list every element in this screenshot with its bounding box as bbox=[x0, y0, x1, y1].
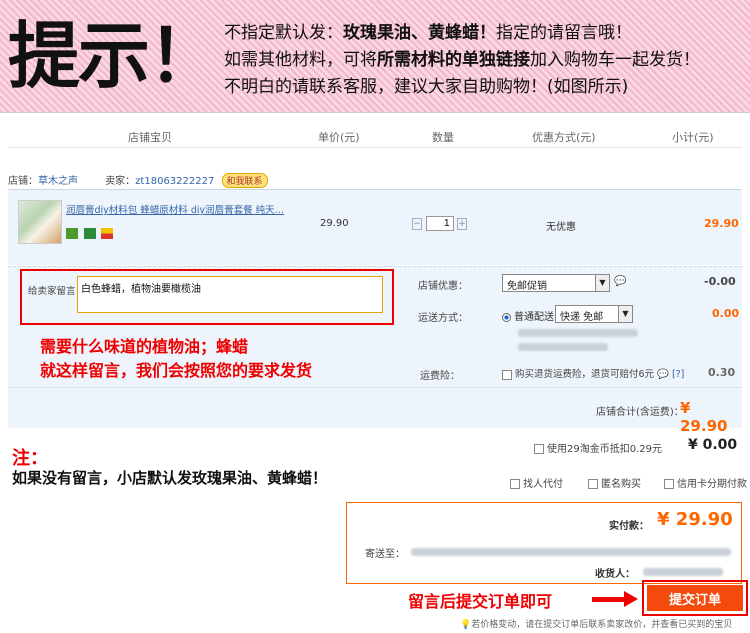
ship-radio[interactable]: 普通配送 bbox=[502, 308, 554, 323]
shop-promo-label: 店铺优惠： bbox=[418, 281, 468, 292]
shop-name-link[interactable]: 草木之声 bbox=[38, 176, 78, 187]
message-highlight: 给卖家留言： 白色蜂蜡，植物油要橄榄油 bbox=[20, 269, 394, 325]
seller-link[interactable]: zt18063222227 bbox=[135, 176, 214, 187]
item-subtotal: 29.90 bbox=[704, 217, 739, 230]
item-discount: 无优惠 bbox=[546, 222, 576, 233]
item-price: 29.90 bbox=[320, 218, 349, 229]
blurred-text bbox=[518, 343, 608, 351]
arrow-icon bbox=[592, 597, 626, 602]
instruction-line-1: 需要什么味道的植物油；蜂蜡 bbox=[40, 337, 249, 356]
ship-label: 运送方式： bbox=[418, 313, 468, 324]
col-price: 单价(元) bbox=[318, 131, 360, 144]
radio-icon bbox=[502, 312, 511, 322]
insurance-amount: 0.30 bbox=[708, 366, 736, 379]
service-icon-1 bbox=[66, 228, 78, 239]
actual-pay-label: 实付款： bbox=[609, 521, 649, 532]
banner-line-2: 如需其他材料，可将所需材料的单独链接加入购物车一起发货！ bbox=[224, 50, 700, 70]
extra-installment[interactable]: 信用卡分期付款 bbox=[664, 475, 747, 490]
shop-promo-select[interactable]: 免邮促销 ▼ bbox=[502, 274, 610, 292]
instruction-line-2: 就这样留言，我们会按照您的要求发货 bbox=[40, 361, 313, 380]
blurred-text bbox=[518, 329, 638, 337]
submit-hint: 留言后提交订单即可 bbox=[408, 592, 553, 611]
insurance-option[interactable]: 购买退货运费险，退货可赔付6元 💬 [?] bbox=[502, 366, 684, 380]
item-service-icons bbox=[66, 228, 115, 242]
shop-promo-amount: -0.00 bbox=[704, 275, 736, 288]
table-header: 店铺宝贝 单价(元) 数量 优惠方式(元) 小计(元) bbox=[8, 122, 742, 148]
checkbox-icon bbox=[664, 479, 674, 489]
submit-highlight: 提交订单 bbox=[642, 580, 748, 616]
qty-decrease-button[interactable]: − bbox=[412, 217, 422, 230]
chevron-down-icon: ▼ bbox=[595, 275, 609, 291]
coin-amount: ¥ 0.00 bbox=[688, 437, 738, 453]
extra-pay-for-me[interactable]: 找人代付 bbox=[510, 475, 563, 490]
checkbox-icon bbox=[534, 444, 544, 454]
cart-item: 润唇膏diy材料包 蜂蜡原材料 diy润唇膏套餐 纯天… 29.90 − + 无… bbox=[8, 189, 742, 265]
order-options: 给卖家留言： 白色蜂蜡，植物油要橄榄油 需要什么味道的植物油；蜂蜡 就这样留言，… bbox=[8, 266, 742, 435]
banner-title: 提示！ bbox=[8, 14, 220, 98]
footnote: 💡若价格变动，请在提交订单后联系卖家改价，并查看已买到的宝贝 bbox=[460, 620, 733, 630]
checkbox-icon bbox=[510, 479, 520, 489]
arrowhead-icon bbox=[624, 591, 638, 607]
service-icon-3 bbox=[101, 228, 113, 239]
quantity-stepper: − + bbox=[412, 216, 467, 231]
ship-amount: 0.00 bbox=[712, 307, 740, 320]
insurance-help-link[interactable]: [?] bbox=[672, 369, 684, 380]
promo-banner: 提示！ 不指定默认发：玫瑰果油、黄蜂蜡！指定的请留言哦！ 如需其他材料，可将所需… bbox=[0, 0, 750, 113]
banner-lines: 不指定默认发：玫瑰果油、黄蜂蜡！指定的请留言哦！ 如需其他材料，可将所需材料的单… bbox=[224, 20, 700, 101]
shop-row: 店铺：草木之声 卖家：zt18063222227 和我联系 bbox=[8, 172, 268, 188]
qty-input[interactable] bbox=[425, 216, 454, 231]
item-thumbnail[interactable] bbox=[18, 200, 62, 244]
coin-option[interactable]: 使用29淘金币抵扣0.29元 bbox=[534, 440, 662, 455]
message-input[interactable]: 白色蜂蜡，植物油要橄榄油 bbox=[77, 276, 383, 313]
chevron-down-icon: ▼ bbox=[618, 306, 632, 322]
actual-pay-value: ¥ 29.90 bbox=[657, 509, 733, 530]
col-discount: 优惠方式(元) bbox=[532, 131, 596, 144]
info-icon[interactable]: 💬 bbox=[614, 276, 626, 287]
banner-line-1: 不指定默认发：玫瑰果油、黄蜂蜡！指定的请留言哦！ bbox=[224, 23, 632, 43]
lightbulb-icon: 💡 bbox=[460, 620, 472, 630]
extra-anonymous[interactable]: 匿名购买 bbox=[588, 475, 641, 490]
checkbox-icon bbox=[502, 369, 512, 380]
payment-summary: 实付款： ¥ 29.90 寄送至： 收货人： bbox=[346, 502, 742, 584]
checkbox-icon bbox=[588, 479, 598, 489]
qty-increase-button[interactable]: + bbox=[457, 217, 467, 230]
banner-line-3: 不明白的请联系客服，建议大家自助购物！(如图所示) bbox=[224, 77, 629, 97]
item-title-link[interactable]: 润唇膏diy材料包 蜂蜡原材料 diy润唇膏套餐 纯天… bbox=[66, 202, 296, 216]
col-subtotal: 小计(元) bbox=[672, 131, 714, 144]
shop-total-value: ¥ 29.90 bbox=[680, 399, 728, 435]
contact-seller-button[interactable]: 和我联系 bbox=[221, 173, 268, 188]
blurred-receiver bbox=[643, 568, 723, 576]
ship-select[interactable]: 快递 免邮 ▼ bbox=[555, 305, 633, 323]
note-text: 如果没有留言，小店默认发玫瑰果油、黄蜂蜡！ bbox=[12, 469, 328, 487]
insurance-label: 运费险： bbox=[420, 371, 460, 382]
col-item: 店铺宝贝 bbox=[128, 131, 172, 144]
blurred-address bbox=[411, 548, 731, 556]
shop-total-row: 店铺合计(含运费)： ¥ 29.90 bbox=[8, 387, 742, 435]
receiver-label: 收货人： bbox=[595, 569, 635, 580]
service-icon-2 bbox=[83, 228, 96, 239]
col-qty: 数量 bbox=[432, 131, 454, 144]
shop-total-label: 店铺合计(含运费)： bbox=[596, 407, 684, 418]
address-label: 寄送至： bbox=[365, 549, 405, 560]
info-icon: 💬 bbox=[654, 369, 669, 380]
submit-order-button[interactable]: 提交订单 bbox=[647, 585, 743, 611]
